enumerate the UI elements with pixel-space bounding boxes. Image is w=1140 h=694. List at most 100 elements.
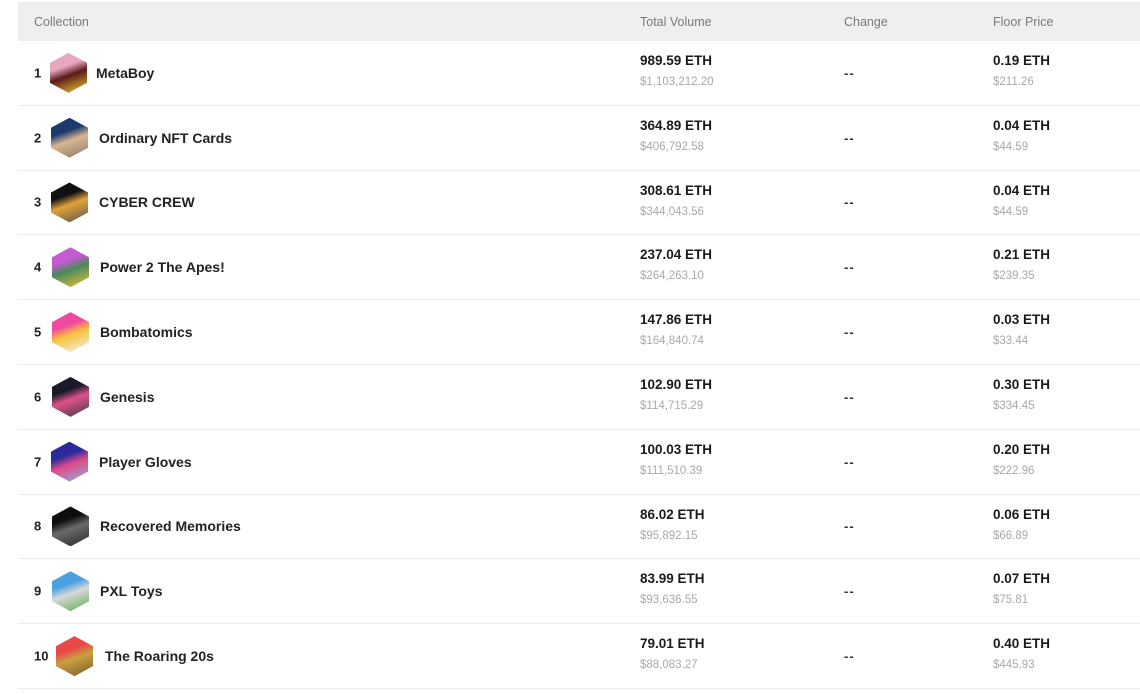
table-row[interactable]: 6 Genesis 102.90 ETH $114,715.29 -- 0.30…	[18, 365, 1140, 430]
table-header: Collection Total Volume Change Floor Pri…	[18, 2, 1140, 41]
change-value: --	[844, 454, 855, 470]
floor-price-cell: 0.21 ETH $239.35	[993, 246, 1050, 283]
genesis-avatar-icon[interactable]	[52, 376, 89, 417]
the-roaring-20s-avatar-icon[interactable]	[56, 636, 93, 677]
total-volume-cell: 364.89 ETH $406,792.58	[640, 117, 712, 154]
collections-table: Collection Total Volume Change Floor Pri…	[18, 2, 1140, 689]
collection-name[interactable]: Ordinary NFT Cards	[99, 130, 232, 146]
player-gloves-avatar-icon[interactable]	[51, 441, 88, 482]
volume-eth: 989.59 ETH	[640, 53, 713, 68]
volume-usd: $344,043.56	[640, 205, 704, 218]
collection-name[interactable]: PXL Toys	[100, 583, 163, 599]
rank-number: 4	[34, 259, 42, 275]
rank-number: 5	[34, 324, 42, 340]
volume-usd: $95,892.15	[640, 529, 698, 542]
floor-eth: 0.40 ETH	[993, 636, 1051, 652]
table-row[interactable]: 1 MetaBoy 989.59 ETH $1,103,212.20 -- 0.…	[18, 41, 1140, 106]
change-value: --	[844, 518, 855, 534]
floor-eth: 0.04 ETH	[993, 117, 1051, 133]
rank-number: 10	[34, 648, 49, 664]
rank-number: 1	[34, 65, 42, 81]
floor-price-cell: 0.07 ETH $75.81	[993, 570, 1050, 607]
floor-usd: $33.44	[993, 335, 1029, 348]
change-value: --	[844, 324, 855, 340]
change-value: --	[844, 65, 855, 81]
floor-price-cell: 0.04 ETH $44.59	[993, 182, 1050, 219]
rank-number: 7	[34, 454, 42, 470]
change-value: --	[844, 194, 855, 210]
table-row[interactable]: 7 Player Gloves 100.03 ETH $111,510.39 -…	[18, 430, 1140, 495]
volume-usd: $406,792.58	[640, 140, 704, 153]
total-volume-cell: 86.02 ETH $95,892.15	[640, 506, 705, 543]
table-row[interactable]: 10 The Roaring 20s 79.01 ETH $88,083.27 …	[18, 624, 1140, 689]
table-body: 1 MetaBoy 989.59 ETH $1,103,212.20 -- 0.…	[18, 41, 1140, 689]
rank-number: 2	[34, 130, 42, 146]
total-volume-cell: 147.86 ETH $164,840.74	[640, 311, 712, 348]
floor-eth: 0.19 ETH	[993, 53, 1051, 68]
floor-usd: $75.81	[993, 594, 1029, 607]
metaboy-avatar-icon[interactable]	[50, 52, 87, 93]
floor-price-cell: 0.20 ETH $222.96	[993, 441, 1050, 478]
floor-usd: $222.96	[993, 464, 1035, 477]
volume-eth: 86.02 ETH	[640, 506, 705, 522]
volume-eth: 102.90 ETH	[640, 376, 713, 392]
volume-usd: $93,636.55	[640, 594, 698, 607]
cyber-crew-avatar-icon[interactable]	[51, 182, 88, 223]
volume-eth: 308.61 ETH	[640, 182, 713, 198]
collection-name[interactable]: Genesis	[100, 389, 154, 405]
header-change[interactable]: Change	[844, 15, 888, 29]
collection-name[interactable]: The Roaring 20s	[105, 648, 214, 664]
total-volume-cell: 989.59 ETH $1,103,212.20	[640, 52, 714, 89]
collection-name[interactable]: CYBER CREW	[99, 194, 195, 210]
floor-price-cell: 0.40 ETH $445.93	[993, 635, 1050, 672]
floor-price-cell: 0.30 ETH $334.45	[993, 376, 1050, 413]
floor-eth: 0.04 ETH	[993, 182, 1051, 198]
total-volume-cell: 100.03 ETH $111,510.39	[640, 441, 712, 478]
floor-eth: 0.30 ETH	[993, 376, 1051, 392]
recovered-memories-avatar-icon[interactable]	[52, 506, 89, 547]
table-row[interactable]: 9 PXL Toys 83.99 ETH $93,636.55 -- 0.07 …	[18, 559, 1140, 625]
change-value: --	[844, 648, 855, 664]
floor-usd: $334.45	[993, 399, 1035, 412]
collection-name[interactable]: Recovered Memories	[100, 518, 241, 534]
collection-name[interactable]: Power 2 The Apes!	[100, 259, 225, 275]
rank-number: 9	[34, 583, 42, 599]
table-row[interactable]: 2 Ordinary NFT Cards 364.89 ETH $406,792…	[18, 106, 1140, 171]
volume-usd: $1,103,212.20	[640, 76, 714, 88]
rank-number: 3	[34, 194, 42, 210]
floor-price-cell: 0.19 ETH $211.26	[993, 52, 1050, 89]
collection-name[interactable]: Player Gloves	[99, 454, 192, 470]
header-collection[interactable]: Collection	[34, 15, 89, 29]
ordinary-nft-cards-avatar-icon[interactable]	[51, 117, 88, 158]
header-total-volume[interactable]: Total Volume	[640, 15, 712, 29]
table-row[interactable]: 4 Power 2 The Apes! 237.04 ETH $264,263.…	[18, 235, 1140, 301]
table-row[interactable]: 3 CYBER CREW 308.61 ETH $344,043.56 -- 0…	[18, 171, 1140, 236]
change-value: --	[844, 130, 855, 146]
power-2-the-apes-avatar-icon[interactable]	[52, 247, 89, 288]
total-volume-cell: 308.61 ETH $344,043.56	[640, 182, 712, 219]
bombatomics-avatar-icon[interactable]	[52, 312, 89, 353]
floor-price-cell: 0.04 ETH $44.59	[993, 117, 1050, 154]
table-row[interactable]: 5 Bombatomics 147.86 ETH $164,840.74 -- …	[18, 300, 1140, 365]
volume-usd: $114,715.29	[640, 399, 704, 412]
volume-usd: $111,510.39	[640, 464, 703, 477]
table-row[interactable]: 8 Recovered Memories 86.02 ETH $95,892.1…	[18, 495, 1140, 560]
floor-eth: 0.20 ETH	[993, 441, 1051, 457]
floor-usd: $44.59	[993, 205, 1029, 218]
volume-usd: $88,083.27	[640, 659, 698, 672]
floor-eth: 0.03 ETH	[993, 312, 1051, 328]
total-volume-cell: 237.04 ETH $264,263.10	[640, 246, 712, 283]
floor-eth: 0.07 ETH	[993, 571, 1051, 587]
change-value: --	[844, 259, 855, 275]
pxl-toys-avatar-icon[interactable]	[52, 571, 89, 612]
floor-price-cell: 0.03 ETH $33.44	[993, 311, 1050, 348]
volume-eth: 83.99 ETH	[640, 571, 705, 587]
change-value: --	[844, 583, 855, 599]
rank-number: 6	[34, 389, 42, 405]
volume-eth: 100.03 ETH	[640, 441, 713, 457]
collection-name[interactable]: MetaBoy	[96, 65, 154, 81]
volume-usd: $264,263.10	[640, 270, 704, 283]
collection-name[interactable]: Bombatomics	[100, 324, 193, 340]
volume-usd: $164,840.74	[640, 335, 704, 348]
header-floor-price[interactable]: Floor Price	[993, 15, 1053, 29]
